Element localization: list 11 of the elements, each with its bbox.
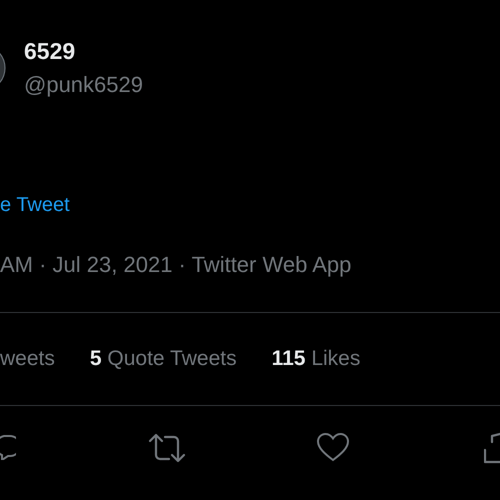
heart-icon[interactable] (316, 432, 350, 462)
engagement-stat[interactable]: weets (0, 347, 55, 371)
reply-icon[interactable] (0, 432, 16, 460)
translate-link[interactable]: e Tweet (0, 193, 70, 217)
engagement-stat[interactable]: 5 Quote Tweets (90, 347, 237, 371)
engagement-stat[interactable]: 115 Likes (272, 347, 360, 371)
share-icon[interactable] (484, 432, 500, 464)
tweet-timestamp[interactable]: AM · Jul 23, 2021 · Twitter Web App (0, 251, 352, 279)
author-handle[interactable]: @punk6529 (24, 71, 143, 99)
author-name[interactable]: 6529 (24, 37, 143, 65)
retweet-icon[interactable] (147, 432, 187, 464)
